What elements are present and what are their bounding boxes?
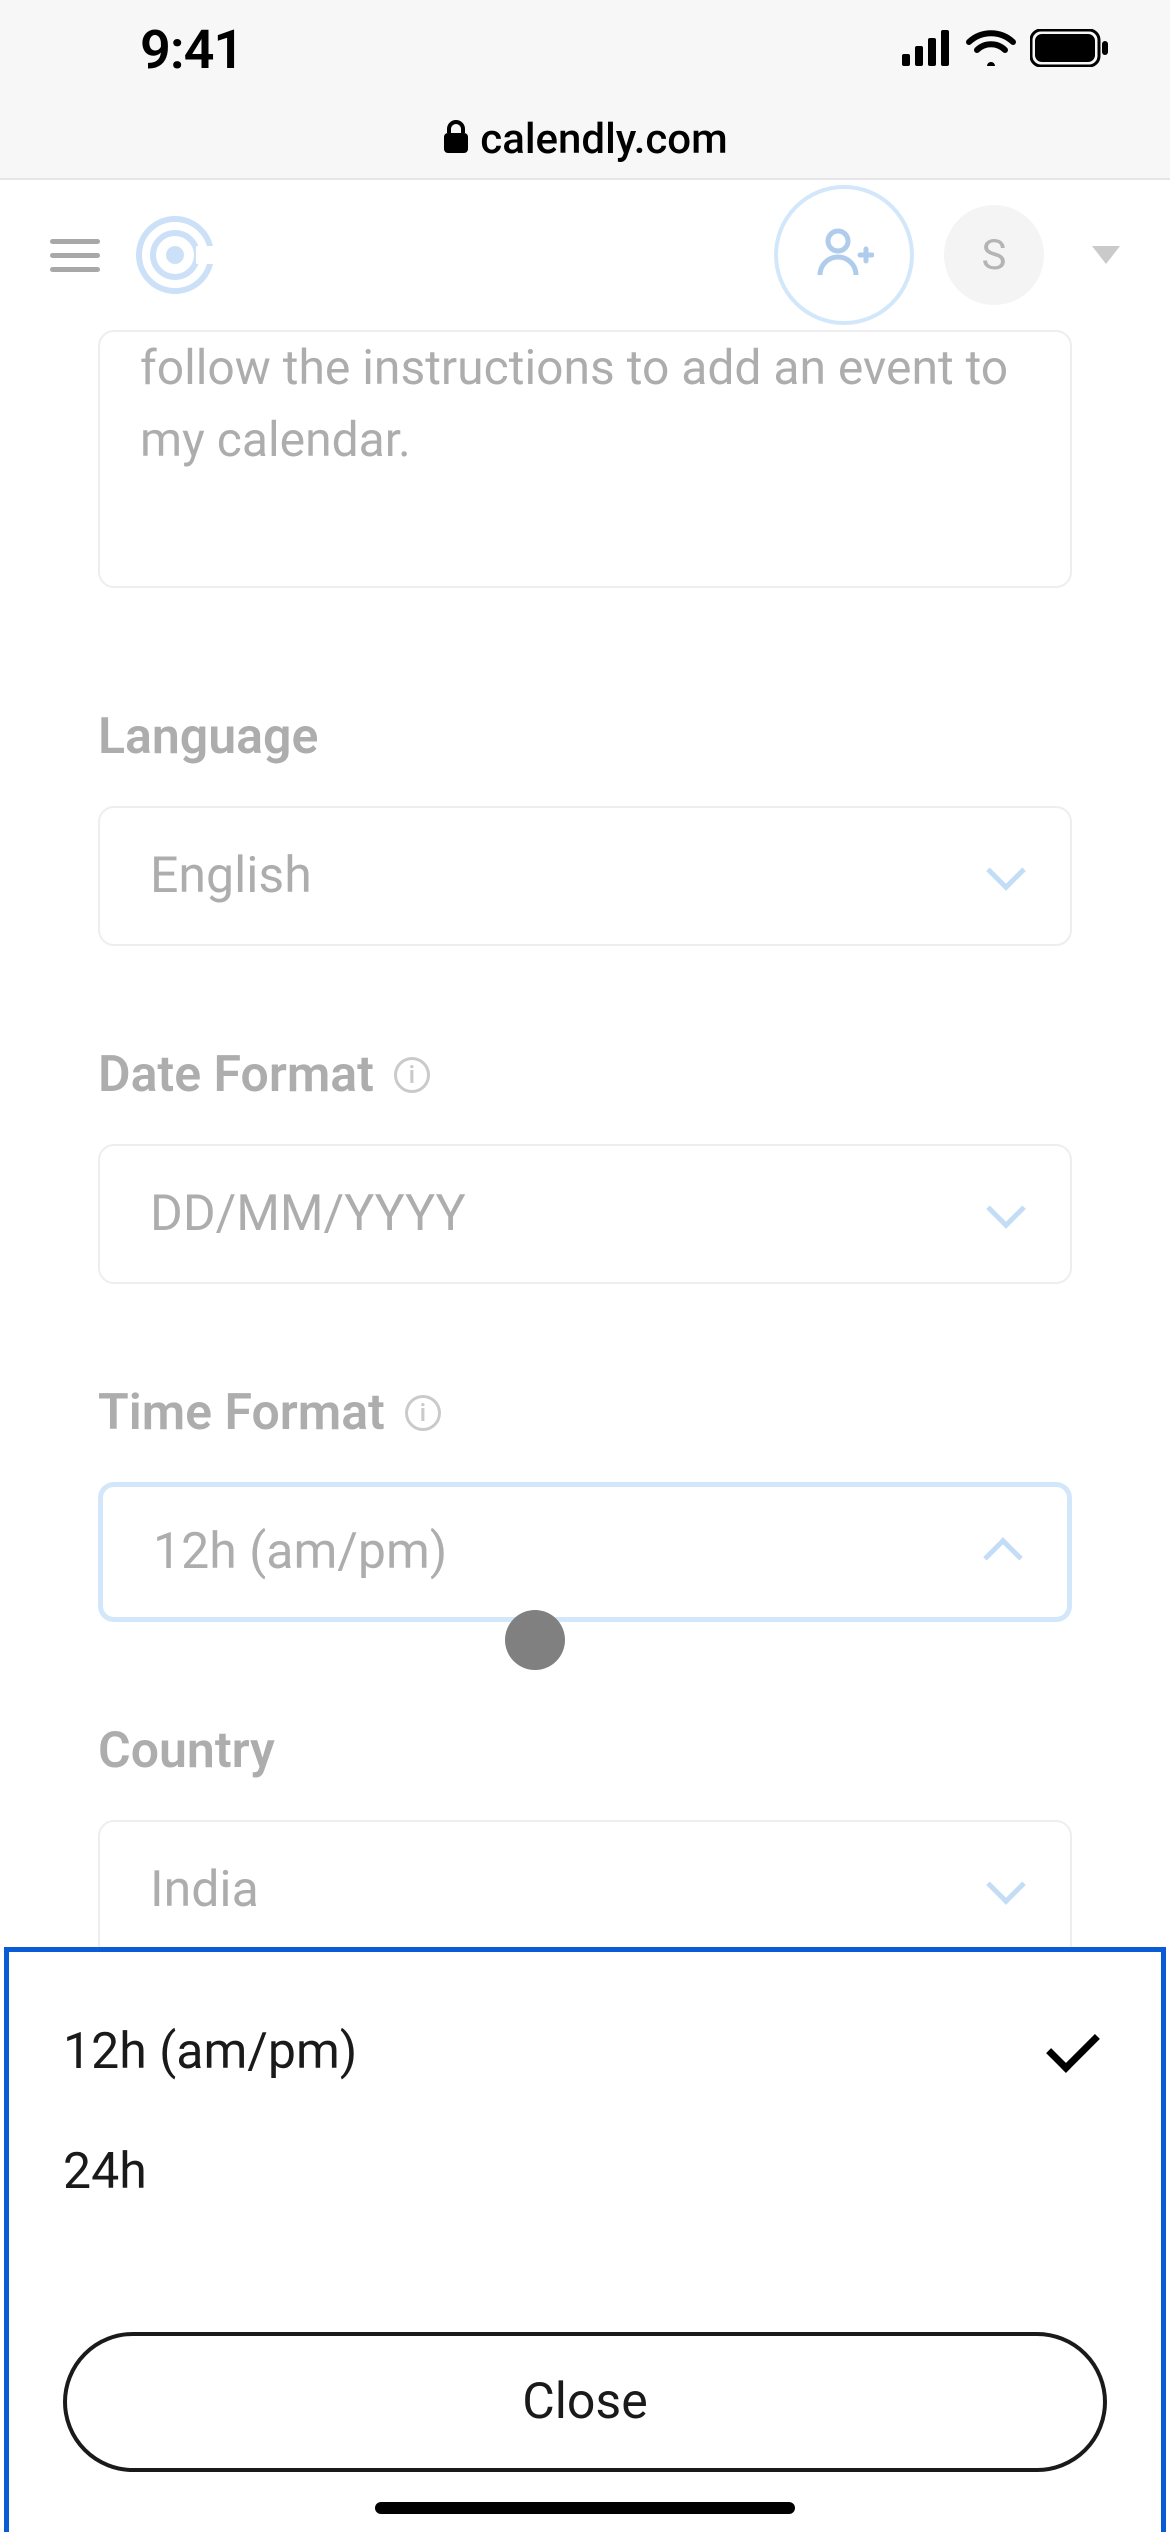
add-user-icon	[814, 223, 874, 287]
language-label: Language	[98, 708, 318, 766]
cellular-icon	[902, 30, 952, 70]
time-format-select[interactable]: 12h (am/pm)	[98, 1482, 1072, 1622]
close-button-label: Close	[522, 2373, 648, 2431]
touch-indicator	[505, 1610, 565, 1670]
time-format-options-sheet: 12h (am/pm) 24h Close	[4, 1947, 1166, 2532]
menu-button[interactable]	[50, 230, 100, 280]
status-indicators	[902, 29, 1110, 71]
language-select[interactable]: English	[98, 806, 1072, 946]
app-header: S	[0, 180, 1170, 330]
option-12h-label: 12h (am/pm)	[63, 2023, 357, 2081]
info-icon[interactable]: i	[405, 1395, 441, 1431]
option-24h-label: 24h	[63, 2143, 147, 2201]
avatar[interactable]: S	[944, 205, 1044, 305]
chevron-up-icon	[983, 1537, 1023, 1577]
url-host: calendly.com	[480, 115, 727, 164]
date-format-field: Date Format i DD/MM/YYYY	[98, 1046, 1072, 1284]
language-value: English	[150, 847, 312, 905]
calendly-logo[interactable]	[130, 210, 220, 300]
wifi-icon	[966, 30, 1016, 70]
status-time: 9:41	[140, 19, 243, 82]
country-field: Country India	[98, 1722, 1072, 1960]
option-12h[interactable]: 12h (am/pm)	[63, 1992, 1107, 2112]
date-format-select[interactable]: DD/MM/YYYY	[98, 1144, 1072, 1284]
time-format-value: 12h (am/pm)	[153, 1523, 447, 1581]
home-indicator[interactable]	[375, 2502, 795, 2514]
status-bar: 9:41	[0, 0, 1170, 100]
country-value: India	[150, 1861, 259, 1919]
lock-icon	[442, 115, 470, 164]
check-icon	[1046, 2019, 1100, 2073]
message-preview-text: follow the instructions to add an event …	[140, 339, 1008, 468]
close-button[interactable]: Close	[63, 2332, 1107, 2472]
date-format-value: DD/MM/YYYY	[150, 1185, 466, 1243]
avatar-initial: S	[982, 231, 1007, 280]
browser-url-bar[interactable]: calendly.com	[0, 100, 1170, 180]
info-icon[interactable]: i	[394, 1057, 430, 1093]
date-format-label: Date Format	[98, 1046, 374, 1104]
message-preview: follow the instructions to add an event …	[98, 330, 1072, 588]
time-format-label: Time Format	[98, 1384, 385, 1442]
invite-user-button[interactable]	[774, 185, 914, 325]
battery-icon	[1030, 29, 1110, 71]
time-format-field: Time Format i 12h (am/pm)	[98, 1384, 1072, 1622]
account-menu-caret-icon[interactable]	[1092, 246, 1120, 264]
option-24h[interactable]: 24h	[63, 2112, 1107, 2232]
chevron-down-icon	[986, 1865, 1026, 1905]
language-field: Language English	[98, 708, 1072, 946]
country-label: Country	[98, 1722, 275, 1780]
country-select[interactable]: India	[98, 1820, 1072, 1960]
chevron-down-icon	[986, 851, 1026, 891]
chevron-down-icon	[986, 1189, 1026, 1229]
